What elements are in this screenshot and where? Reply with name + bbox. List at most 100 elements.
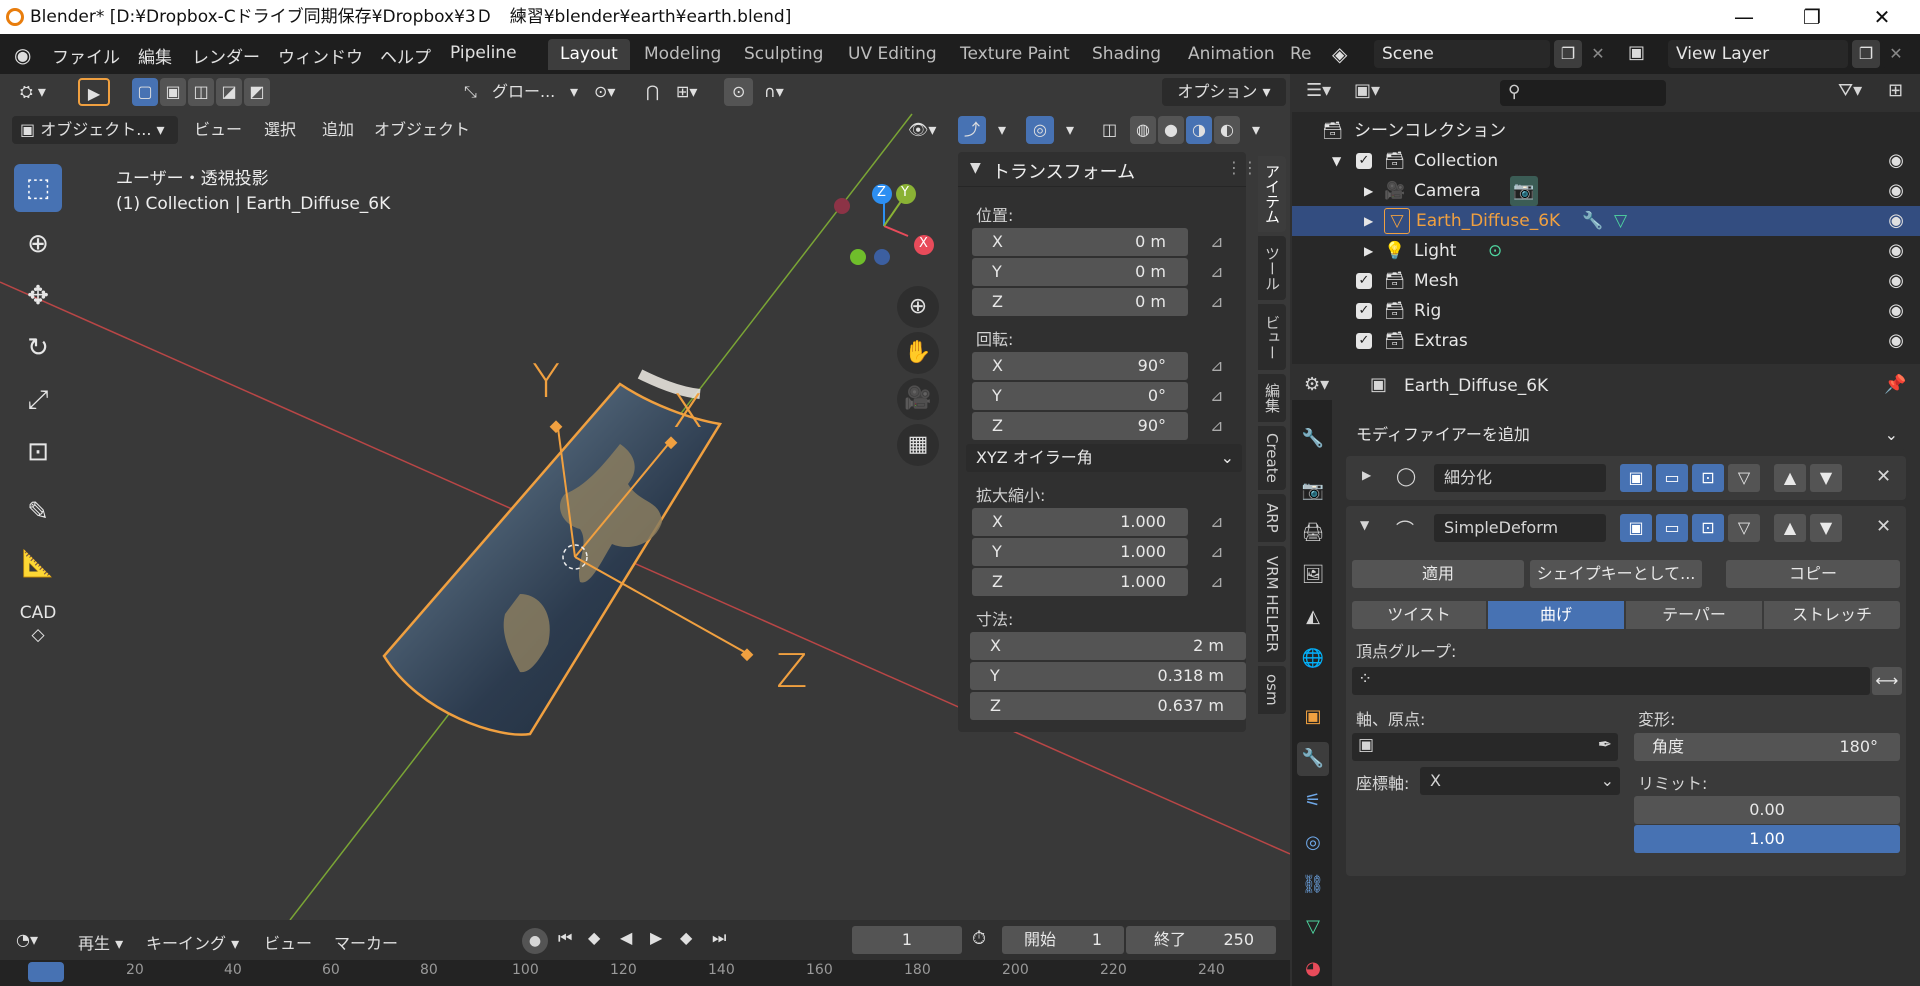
select-invert-icon[interactable]: ◪ [216,78,242,106]
next-keyframe-icon[interactable]: ◆ [680,928,692,947]
location-x-field[interactable]: X 0 m [972,228,1188,256]
move-up-icon[interactable]: ▲ [1774,514,1806,542]
pivot-icon[interactable]: ⊙▾ [586,78,623,106]
tab-particles[interactable]: ⚟ [1297,784,1329,818]
select-new-icon[interactable]: ▢ [132,78,158,106]
mode-twist-button[interactable]: ツイスト [1352,601,1486,629]
menu-marker[interactable]: マーカー [334,930,398,954]
light-data-icon[interactable]: ⊙ [1488,236,1502,266]
overlay-options-icon[interactable]: ▾ [1058,116,1082,144]
mode-taper-button[interactable]: テーパー [1626,601,1762,629]
drag-handle-icon[interactable]: ⋮⋮ [1226,158,1258,177]
render-toggle-icon[interactable]: ⊡ [1692,464,1724,492]
select-subtract-icon[interactable]: ◫ [188,78,214,106]
visibility-icon[interactable]: 👁▾ [900,116,944,144]
navigation-gizmo-z-neg[interactable] [874,249,890,265]
tab-modeling[interactable]: Modeling [632,39,733,70]
lock-icon[interactable]: ⊿ [1210,512,1223,531]
overlay-toggle-icon[interactable]: ◎ [1026,116,1054,144]
shading-options-icon[interactable]: ▾ [1244,116,1268,144]
rotation-x-field[interactable]: X 90° [972,352,1188,380]
tab-data[interactable]: ▽ [1297,910,1329,944]
pin-icon[interactable]: 📌 [1884,374,1906,395]
remove-modifier-icon[interactable]: ✕ [1876,516,1891,537]
new-scene-icon[interactable]: ❐ [1554,40,1582,68]
play-icon[interactable]: ▶ [650,928,662,947]
orientation-dropdown[interactable]: グロー... [484,78,563,106]
close-window-button[interactable]: ✕ [1854,0,1910,34]
menu-view[interactable]: ビュー [186,116,250,144]
playhead[interactable] [28,962,64,982]
checkbox[interactable]: ✓ [1356,303,1372,319]
tab-tool[interactable]: ツール [1258,236,1286,300]
eye-icon[interactable]: ◉ [1888,296,1904,326]
move-up-icon[interactable]: ▲ [1774,464,1806,492]
tab-layout[interactable]: Layout [548,39,630,70]
move-tool[interactable]: ✥ [14,272,62,320]
tab-item[interactable]: アイテム [1258,156,1286,232]
tab-scene[interactable]: ◭ [1297,600,1329,634]
origin-object-field[interactable]: ▣ ✒ [1352,733,1618,761]
tab-osm[interactable]: osm [1258,666,1286,714]
menu-add[interactable]: 追加 [314,116,362,144]
scene-collection-row[interactable]: 🗃 シーンコレクション [1292,116,1920,146]
menu-file[interactable]: ファイル [52,43,120,68]
scene-name-field[interactable]: Scene [1374,40,1550,68]
stopwatch-icon[interactable]: ⏱ [972,928,986,949]
wrench-icon[interactable]: 🔧 [1582,206,1603,236]
snap-icon[interactable]: ⋂ [638,78,667,106]
snap-target-icon[interactable]: ⊞▾ [668,78,705,106]
viewport-toggle-icon[interactable]: ▭ [1656,514,1688,542]
perspective-grid-icon[interactable]: ▦ [897,424,939,466]
invert-vertex-group-icon[interactable]: ⟷ [1872,667,1902,695]
mode-stretch-button[interactable]: ストレッチ [1764,601,1900,629]
jump-start-icon[interactable]: ⏮ [558,928,572,948]
view-layer-field[interactable]: View Layer [1668,40,1848,68]
record-icon[interactable]: ● [522,928,548,954]
cursor-tool[interactable]: ⊕ [14,220,62,268]
eyedropper-icon[interactable]: ✒ [1598,735,1612,755]
select-extend-icon[interactable]: ▣ [160,78,186,106]
lock-icon[interactable]: ⊿ [1210,262,1223,281]
new-view-layer-icon[interactable]: ❐ [1852,40,1880,68]
tab-create[interactable]: Create [1258,426,1286,490]
select-mode-icon[interactable]: ▶ [78,78,110,106]
menu-pipeline[interactable]: Pipeline [450,43,517,63]
new-collection-icon[interactable]: ⊞ [1888,80,1903,101]
menu-window[interactable]: ウィンドウ [278,43,363,68]
gizmo-options-icon[interactable]: ▾ [990,116,1014,144]
eye-icon[interactable]: ◉ [1888,176,1904,206]
eye-icon[interactable]: ◉ [1888,146,1904,176]
tab-rendering[interactable]: Re [1286,39,1316,70]
cage-toggle-icon[interactable]: ▽ [1728,464,1760,492]
menu-select[interactable]: 選択 [256,116,304,144]
shading-material-icon[interactable]: ◑ [1186,116,1212,144]
modifier-name-input[interactable]: SimpleDeform [1434,514,1606,542]
cage-toggle-icon[interactable]: ▽ [1728,514,1760,542]
scene-icon[interactable]: ◈ [1332,42,1347,66]
outliner-row-collection[interactable]: ▼ ✓ 🗃 Collection ◉ [1292,146,1920,176]
play-reverse-icon[interactable]: ◀ [620,928,632,947]
menu-help[interactable]: ヘルプ [380,43,431,68]
expand-icon[interactable]: ▶ [1362,468,1371,482]
menu-edit[interactable]: 編集 [138,43,172,68]
menu-object[interactable]: オブジェクト [366,116,478,144]
orientation-icon[interactable]: ⤡ [456,78,485,106]
location-z-field[interactable]: Z 0 m [972,288,1188,316]
vertex-group-field[interactable]: ⁘ [1352,667,1870,695]
copy-modifier-button[interactable]: コピー [1726,560,1900,588]
eye-icon[interactable]: ◉ [1888,326,1904,356]
eye-icon[interactable]: ◉ [1888,266,1904,296]
blender-menu-icon[interactable]: ◉ [14,43,31,67]
rotate-tool[interactable]: ↻ [14,324,62,372]
options-dropdown[interactable]: オプション ▾ [1162,78,1286,106]
expand-icon[interactable]: ▼ [1332,146,1341,176]
outliner-editor-icon[interactable]: ☰▾ [1306,80,1331,101]
shading-rendered-icon[interactable]: ◐ [1214,116,1240,144]
angle-field[interactable]: 角度 180° [1634,733,1900,761]
shading-wireframe-icon[interactable]: ◍ [1130,116,1156,144]
lock-icon[interactable]: ⊿ [1210,356,1223,375]
editor-type-icon[interactable]: ⛭ ▾ [12,78,62,106]
add-modifier-dropdown[interactable]: モディファイアーを追加 ⌄ [1346,420,1906,450]
end-frame-field[interactable]: 終了 250 [1126,926,1276,954]
